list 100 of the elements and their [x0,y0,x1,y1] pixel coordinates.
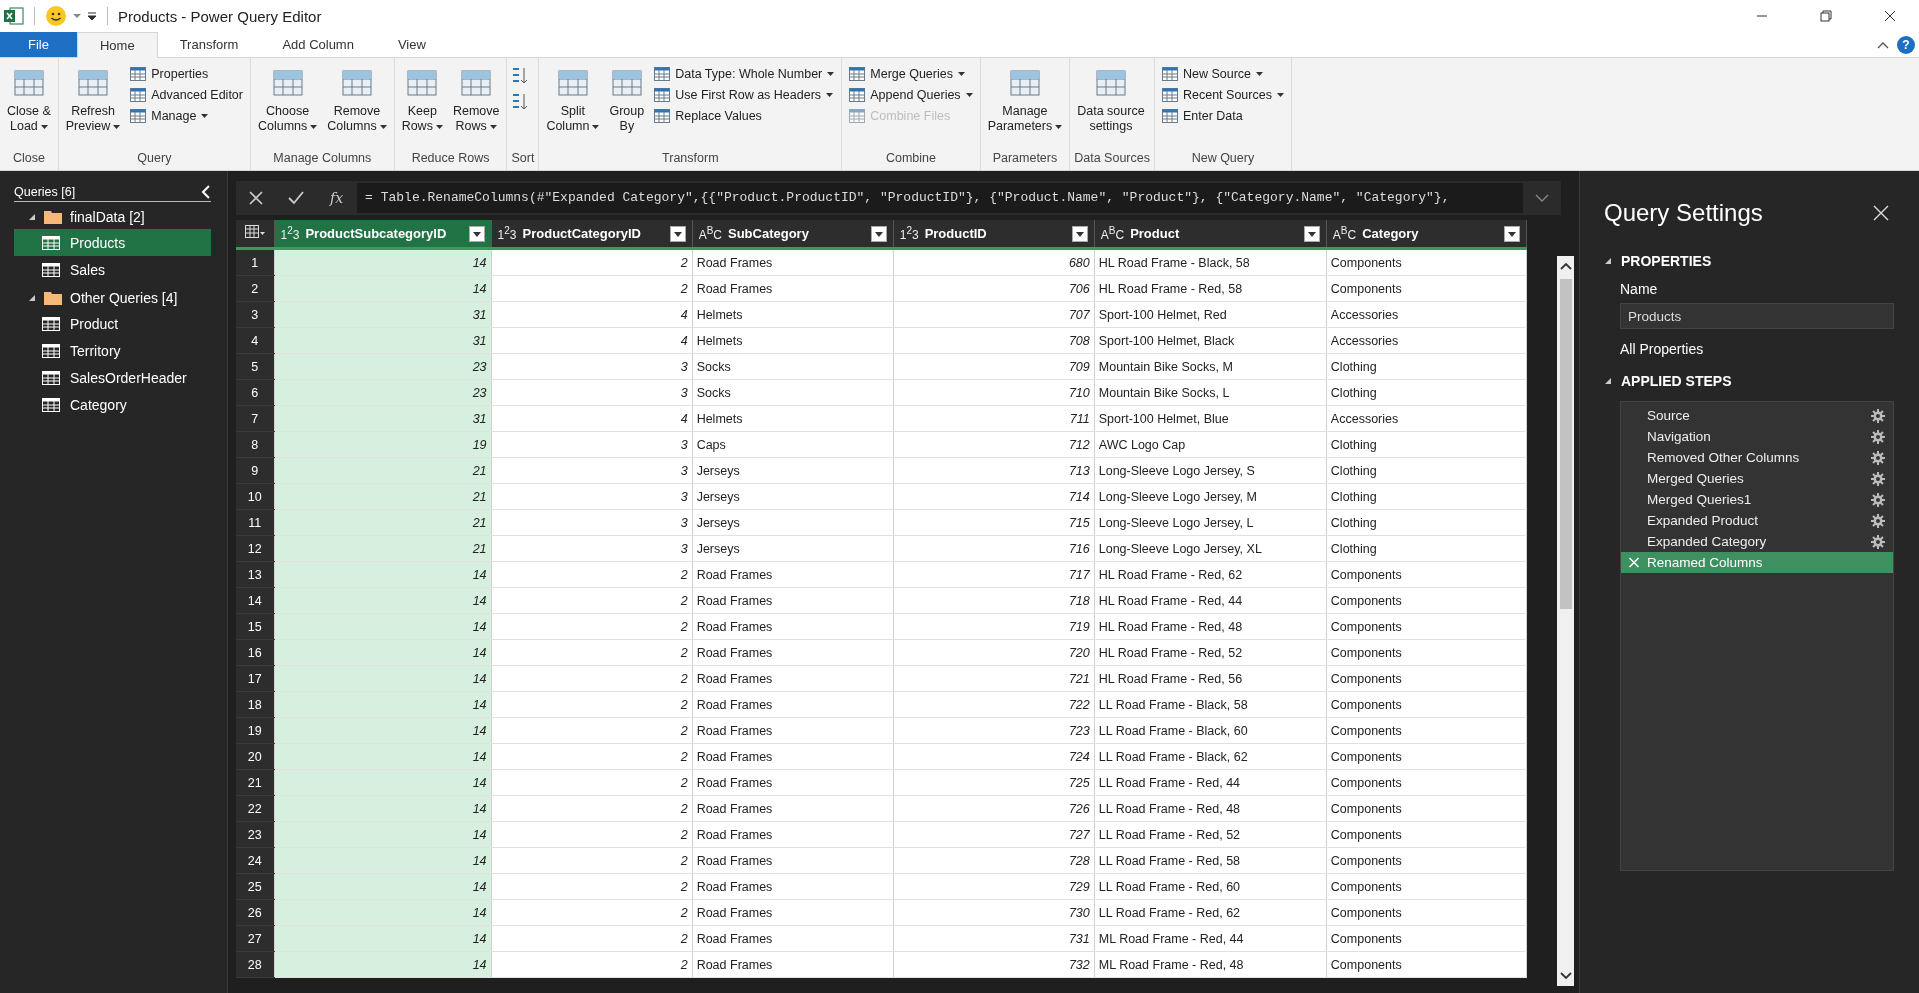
ribbon-button[interactable]: Data source settings [1074,62,1148,148]
ribbon-button[interactable]: Group By [606,62,648,148]
query-item[interactable]: Category [14,391,211,418]
column-header[interactable]: 1$^{2}$3 ProductSubcategoryID [274,220,492,249]
expand-triangle-icon[interactable] [28,293,36,302]
gear-icon[interactable] [1871,408,1885,423]
applied-step[interactable]: Expanded Category [1621,531,1893,552]
table-cell: 23 [274,379,492,406]
ribbon-button[interactable]: Remove Rows [449,62,503,148]
sort-descending-icon[interactable] [511,92,530,112]
ribbon-button[interactable]: Choose Columns [255,62,321,148]
ribbon-button[interactable]: Properties [127,64,246,83]
expand-triangle-icon[interactable] [1604,377,1612,385]
applied-step[interactable]: Source [1621,405,1893,426]
table-cell: 14 [274,873,492,900]
ribbon-button[interactable]: Split Column [543,62,603,148]
table-cell: 725 [893,769,1095,796]
check-icon[interactable] [288,190,304,206]
type-label[interactable]: 1$^{2}$3 [280,225,300,242]
ribbon-tab[interactable]: Home [76,32,158,58]
ribbon-button[interactable]: Close & Load [4,62,54,148]
expand-triangle-icon[interactable] [28,212,36,221]
table-cell: 2 [491,925,693,952]
caret-icon [826,92,834,97]
file-tab[interactable]: File [0,32,77,57]
type-label[interactable]: 1$^{2}$3 [497,225,517,242]
table-cell: Road Frames [692,925,894,952]
ribbon-button[interactable]: Use First Row as Headers [651,85,838,104]
caret-icon[interactable] [73,13,81,19]
table-cell: Components [1326,743,1527,770]
filter-dropdown-icon[interactable] [870,225,887,242]
row-number: 9 [236,457,274,484]
ribbon-button[interactable]: Manage [127,106,246,125]
ribbon-button[interactable]: Enter Data [1158,106,1287,125]
filter-dropdown-icon[interactable] [669,225,686,242]
gear-icon[interactable] [1871,429,1885,444]
filter-dropdown-icon[interactable] [1303,225,1320,242]
ribbon-button[interactable]: Recent Sources [1158,85,1287,104]
expand-triangle-icon[interactable] [1604,257,1612,265]
column-header[interactable]: 1$^{2}$3 ProductCategoryID [491,220,693,249]
cancel-icon[interactable] [248,190,264,206]
query-item[interactable]: Territory [14,337,211,364]
ribbon-button[interactable]: Advanced Editor [127,85,246,104]
customize-icon[interactable] [87,11,97,21]
ribbon-button[interactable]: Data Type: Whole Number [651,64,838,83]
gear-icon[interactable] [1871,471,1885,486]
applied-step[interactable]: Renamed Columns [1621,552,1893,573]
table-cell: Components [1326,613,1527,640]
sort-ascending-icon[interactable] [511,66,530,86]
scroll-down-icon[interactable] [1559,971,1572,981]
applied-step[interactable]: Merged Queries [1621,468,1893,489]
ribbon-button[interactable]: Append Queries [846,85,976,104]
folder-label[interactable]: Other Queries [4] [70,289,178,306]
gear-icon[interactable] [1871,534,1885,549]
expand-icon[interactable] [1535,193,1549,203]
type-label[interactable]: A$^{B}$C [1332,225,1357,242]
delete-icon[interactable] [1627,557,1641,568]
vertical-scrollbar[interactable] [1557,256,1574,986]
scroll-up-icon[interactable] [1559,261,1572,271]
filter-dropdown-icon[interactable] [1504,225,1520,242]
table-cell: HL Road Frame - Red, 58 [1094,275,1327,302]
smiley-icon[interactable] [45,5,67,27]
name-field[interactable]: Products [1620,303,1894,329]
applied-step[interactable]: Expanded Product [1621,510,1893,531]
gear-icon[interactable] [1871,492,1885,507]
ribbon-button[interactable]: New Source [1158,64,1287,83]
query-item[interactable]: Sales [14,256,211,283]
table-menu-icon[interactable] [244,225,265,239]
type-label[interactable]: 1$^{2}$3 [899,225,919,242]
filter-dropdown-icon[interactable] [468,225,485,242]
collapse-icon[interactable] [201,185,211,199]
filter-dropdown-icon[interactable] [1071,225,1088,242]
applied-step[interactable]: Navigation [1621,426,1893,447]
help-button[interactable]: ? [1897,35,1915,54]
applied-step[interactable]: Merged Queries1 [1621,489,1893,510]
applied-step[interactable]: Removed Other Columns [1621,447,1893,468]
folder-label[interactable]: finalData [2] [70,208,145,225]
column-header[interactable]: A$^{B}$C SubCategory [692,220,894,249]
collapse-ribbon-icon[interactable] [1877,40,1889,49]
ribbon-button[interactable]: Merge Queries [846,64,976,83]
type-label[interactable]: A$^{B}$C [1100,225,1125,242]
column-header[interactable]: A$^{B}$C Category [1326,220,1527,249]
fx-button[interactable]: fx [330,190,344,206]
gear-icon[interactable] [1871,513,1885,528]
gear-icon[interactable] [1871,450,1885,465]
column-header[interactable]: A$^{B}$C Product [1094,220,1327,249]
ribbon-button[interactable]: Remove Columns [324,62,390,148]
column-header[interactable]: 1$^{2}$3 ProductID [893,220,1095,249]
ribbon-button[interactable]: Manage Parameters [984,62,1066,148]
query-item[interactable]: Products [14,229,211,256]
ribbon-button[interactable]: Replace Values [651,106,838,125]
query-item[interactable]: Product [14,310,211,337]
ribbon-button[interactable]: Refresh Preview [62,62,124,148]
type-label[interactable]: A$^{B}$C [698,225,722,242]
query-item[interactable]: SalesOrderHeader [14,364,211,391]
close-icon[interactable] [1884,10,1896,22]
all-properties-link[interactable]: All Properties [1620,341,1704,357]
ribbon-button[interactable]: Keep Rows [398,62,446,148]
restore-icon[interactable] [1820,10,1832,22]
formula-field[interactable]: = Table.RenameColumns(#"Expanded Category",{{"Product.ProductID", "ProductID"}, {"Product.Name", "Product"}, {"Category.Name", "Category"}, [357,183,1523,213]
